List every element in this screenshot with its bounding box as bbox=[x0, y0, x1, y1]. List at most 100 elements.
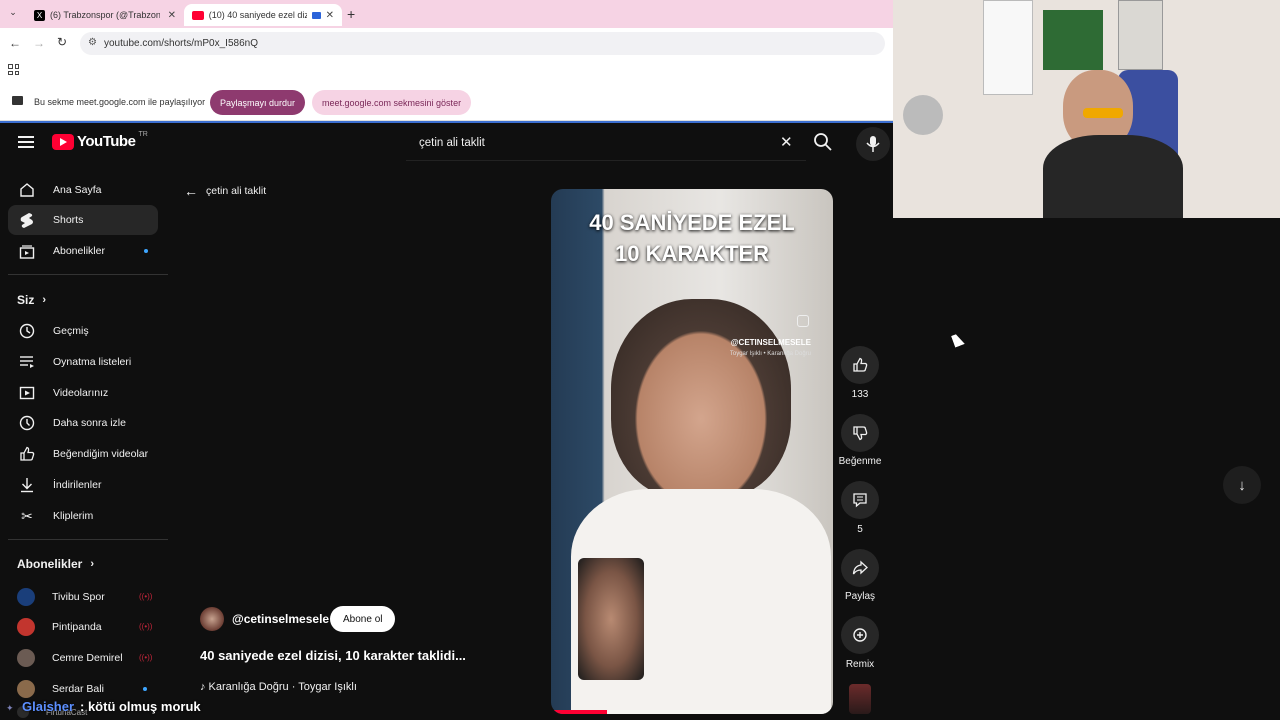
channel-name[interactable]: @cetinselmesele bbox=[232, 612, 329, 626]
new-content-dot bbox=[144, 249, 148, 253]
comments-button[interactable] bbox=[841, 481, 879, 519]
subscriptions-icon bbox=[18, 242, 36, 260]
back-arrow-icon[interactable]: ← bbox=[9, 36, 21, 50]
sidebar-divider bbox=[8, 539, 168, 540]
sidebar-sub-cemre[interactable]: Cemre Demirel ((•)) bbox=[17, 643, 157, 673]
next-short-button[interactable]: ↓ bbox=[1223, 466, 1261, 504]
chat-message: : kötü olmuş moruk bbox=[80, 699, 201, 714]
tab-strip: ⌄ X (6) Trabzonspor (@Trabzonspor ✕ (10)… bbox=[0, 0, 893, 28]
show-tab-button[interactable]: meet.google.com sekmesini göster bbox=[312, 90, 472, 115]
sidebar-item-label: Ana Sayfa bbox=[53, 184, 102, 196]
youtube-logo[interactable]: YouTube TR bbox=[52, 131, 148, 150]
thumbs-up-icon bbox=[853, 357, 868, 372]
sidebar-sub-tivibu[interactable]: Tivibu Spor ((•)) bbox=[17, 582, 157, 612]
sidebar-item-clips[interactable]: ✂ Kliplerim bbox=[8, 501, 158, 531]
liked-icon bbox=[18, 445, 36, 463]
url-text: youtube.com/shorts/mP0x_I586nQ bbox=[104, 38, 258, 49]
avatar bbox=[17, 618, 35, 636]
sidebar-item-downloads[interactable]: İndirilenler bbox=[8, 470, 158, 500]
short-video-player[interactable]: 40 SANİYEDE EZEL 10 KARAKTER @CETINSELME… bbox=[551, 189, 833, 714]
tab-trabzonspor[interactable]: X (6) Trabzonspor (@Trabzonspor ✕ bbox=[26, 4, 184, 26]
tab-youtube-active[interactable]: (10) 40 saniyede ezel dizisi, 1 ✕ bbox=[184, 4, 342, 26]
close-tab-icon[interactable]: ✕ bbox=[326, 10, 334, 21]
stream-right-area: ↓ bbox=[893, 218, 1280, 720]
back-label: çetin ali taklit bbox=[206, 185, 267, 197]
sidebar-sub-pintipanda[interactable]: Pintipanda ((•)) bbox=[17, 612, 157, 642]
arrow-down-icon: ↓ bbox=[1238, 476, 1246, 494]
tab-label: (10) 40 saniyede ezel dizisi, 1 bbox=[208, 10, 307, 20]
omnibox[interactable]: ⚙ youtube.com/shorts/mP0x_I586nQ bbox=[80, 32, 885, 55]
avatar bbox=[17, 680, 35, 698]
sidebar-item-label: Kliplerim bbox=[53, 510, 94, 522]
clear-search-icon[interactable]: ✕ bbox=[780, 133, 793, 151]
sidebar-item-your-videos[interactable]: Videolarınız bbox=[8, 378, 158, 408]
hamburger-menu-icon[interactable] bbox=[18, 136, 34, 148]
youtube-play-icon bbox=[52, 133, 74, 150]
sidebar-item-label: İndirilenler bbox=[53, 479, 102, 491]
sub-label: Pintipanda bbox=[52, 621, 102, 633]
comment-icon bbox=[853, 493, 867, 508]
wall-poster bbox=[983, 0, 1033, 95]
your-videos-icon bbox=[18, 384, 36, 402]
dislike-button[interactable] bbox=[841, 414, 879, 452]
subscribe-button[interactable]: Abone ol bbox=[330, 606, 396, 632]
section-you[interactable]: Siz › bbox=[17, 293, 46, 307]
remix-button[interactable] bbox=[841, 616, 879, 654]
sidebar-item-subscriptions[interactable]: Abonelikler bbox=[8, 236, 158, 266]
avatar bbox=[17, 588, 35, 606]
chat-badge-icon: ✦ bbox=[6, 703, 14, 713]
back-to-search-link[interactable]: ← çetin ali taklit bbox=[184, 183, 266, 199]
share-icon bbox=[852, 560, 868, 575]
reload-icon[interactable]: ↻ bbox=[57, 35, 67, 49]
section-subscriptions[interactable]: Abonelikler › bbox=[17, 557, 94, 571]
music-link[interactable]: ♪ Karanlığa Doğru · Toygar Işıklı bbox=[200, 681, 357, 693]
watch-later-icon bbox=[18, 414, 36, 432]
tab-search-chevron-icon[interactable]: ⌄ bbox=[6, 7, 20, 21]
new-tab-icon[interactable]: + bbox=[347, 6, 355, 22]
site-info-icon[interactable]: ⚙ bbox=[88, 37, 97, 48]
channel-avatar[interactable] bbox=[200, 607, 224, 631]
comment-count: 5 bbox=[857, 524, 863, 535]
short-title[interactable]: 40 saniyede ezel dizisi, 10 karakter tak… bbox=[200, 648, 466, 663]
bookmarks-bar bbox=[0, 59, 893, 84]
like-count: 133 bbox=[851, 389, 869, 400]
forward-arrow-icon[interactable]: → bbox=[33, 36, 45, 50]
region-code: TR bbox=[138, 131, 148, 138]
address-toolbar: ← → ↻ ⚙ youtube.com/shorts/mP0x_I586nQ bbox=[0, 28, 893, 59]
playlists-icon bbox=[18, 353, 36, 371]
remix-label: Remix bbox=[845, 659, 875, 670]
youtube-wordmark: YouTube bbox=[77, 133, 136, 150]
share-button[interactable] bbox=[841, 549, 879, 587]
search-icon[interactable] bbox=[813, 132, 833, 152]
tab-label: (6) Trabzonspor (@Trabzonspor bbox=[50, 10, 160, 20]
sidebar-item-liked-videos[interactable]: Beğendiğim videolar bbox=[8, 439, 158, 469]
youtube-favicon-icon bbox=[192, 10, 204, 20]
overlay-line-2: 10 KARAKTER bbox=[614, 241, 770, 266]
fan bbox=[903, 95, 943, 135]
mouse-cursor-icon bbox=[951, 332, 965, 348]
sidebar-item-history[interactable]: Geçmiş bbox=[8, 316, 158, 346]
close-tab-icon[interactable]: ✕ bbox=[168, 10, 176, 21]
screen-share-icon bbox=[12, 96, 23, 105]
overlay-line-1: 40 SANİYEDE EZEL bbox=[589, 210, 795, 235]
chat-overlay: ✦ Glaisher : kötü olmuş moruk bbox=[0, 698, 893, 720]
sidebar-item-playlists[interactable]: Oynatma listeleri bbox=[8, 347, 158, 377]
sidebar-item-label: Shorts bbox=[53, 214, 84, 226]
share-status-text: Bu sekme meet.google.com ile paylaşılıyo… bbox=[34, 97, 206, 107]
search-input[interactable]: çetin ali taklit bbox=[419, 137, 485, 149]
sidebar-item-shorts[interactable]: Shorts bbox=[8, 205, 158, 235]
stop-sharing-button[interactable]: Paylaşmayı durdur bbox=[210, 90, 306, 115]
sidebar-divider bbox=[8, 274, 168, 275]
sub-label: Tivibu Spor bbox=[52, 591, 105, 603]
chevron-right-icon: › bbox=[90, 558, 95, 570]
voice-search-button[interactable] bbox=[856, 127, 890, 161]
sidebar-item-watch-later[interactable]: Daha sonra izle bbox=[8, 408, 158, 438]
apps-grid-icon[interactable] bbox=[8, 64, 19, 75]
sidebar-item-home[interactable]: Ana Sayfa bbox=[8, 175, 158, 205]
home-icon bbox=[18, 181, 36, 199]
thumbs-down-icon bbox=[853, 426, 868, 441]
back-arrow-icon: ← bbox=[184, 183, 198, 199]
like-button[interactable] bbox=[841, 346, 879, 384]
search-box[interactable]: çetin ali taklit ✕ bbox=[406, 127, 806, 161]
video-overlay-title: 40 SANİYEDE EZEL 10 KARAKTER bbox=[551, 207, 833, 269]
